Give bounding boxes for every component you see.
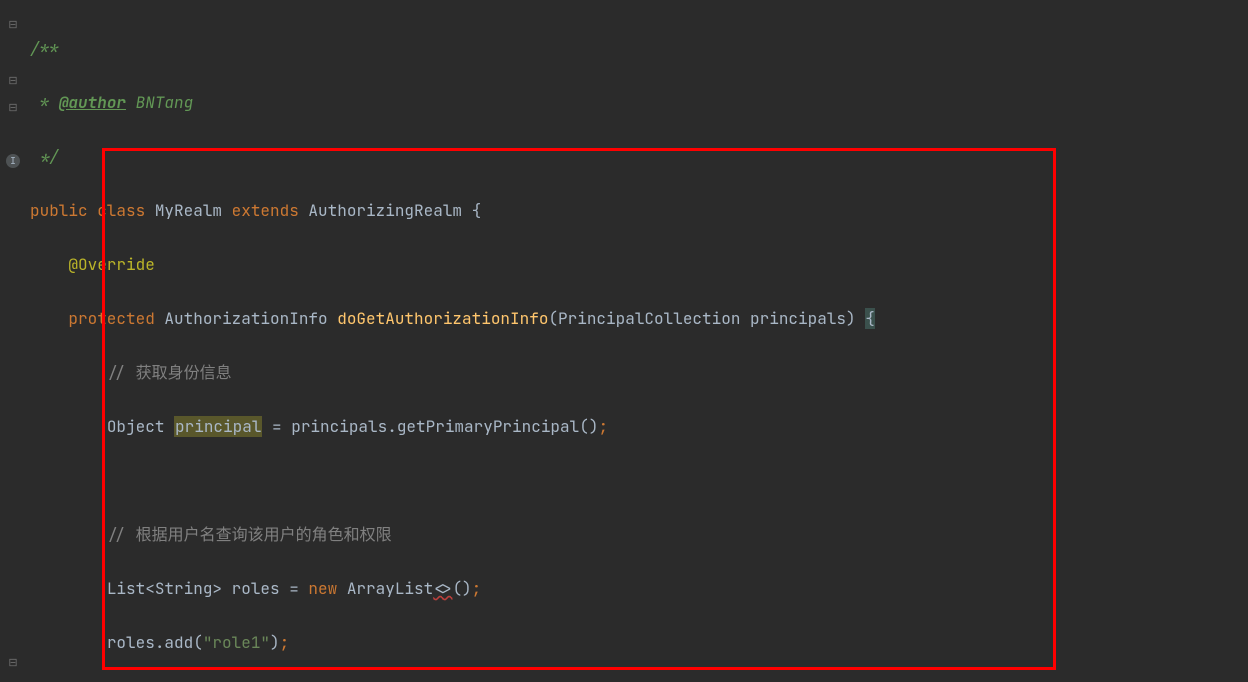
kw-public: public: [30, 200, 88, 221]
code-line[interactable]: List<String> roles = new ArrayList<>();: [30, 575, 1248, 602]
comment: // 根据用户名查询该用户的角色和权限: [107, 524, 392, 545]
code-line[interactable]: // 根据用户名查询该用户的角色和权限: [30, 521, 1248, 548]
kw-class: class: [88, 200, 155, 221]
doc-comment: *: [30, 92, 59, 113]
kw-extends: extends: [222, 200, 308, 221]
gutter: ⊟ ⊟ ⊟ I ⊟: [0, 0, 30, 682]
code-line[interactable]: * @author BNTang: [30, 89, 1248, 116]
code-line[interactable]: public class MyRealm extends Authorizing…: [30, 197, 1248, 224]
fold-arrow-icon[interactable]: ⊟: [6, 650, 20, 664]
brace-open: {: [865, 308, 875, 329]
code-line[interactable]: protected AuthorizationInfo doGetAuthori…: [30, 305, 1248, 332]
brace: {: [462, 200, 481, 221]
code-area[interactable]: /** * @author BNTang */ public class MyR…: [30, 0, 1248, 682]
semicolon: ;: [280, 632, 290, 653]
expr: = principals.getPrimaryPrincipal(): [262, 416, 598, 437]
fold-arrow-icon[interactable]: ⊟: [6, 95, 20, 109]
kw-new: new: [308, 578, 337, 599]
comment: // 获取身份信息: [107, 362, 232, 383]
type: Object: [107, 416, 174, 437]
doc-comment: /**: [30, 38, 59, 59]
code-line[interactable]: /**: [30, 35, 1248, 62]
code-line[interactable]: */: [30, 143, 1248, 170]
code-line[interactable]: Object principal = principals.getPrimary…: [30, 413, 1248, 440]
params: (PrincipalCollection principals): [548, 308, 865, 329]
code-line[interactable]: // 获取身份信息: [30, 359, 1248, 386]
class-name: MyRealm: [155, 200, 222, 221]
doc-text: BNTang: [126, 92, 193, 113]
diamond: <>: [433, 578, 452, 599]
ctor: ArrayList: [337, 578, 433, 599]
fold-arrow-icon[interactable]: ⊟: [6, 68, 20, 82]
code-editor[interactable]: ⊟ ⊟ ⊟ I ⊟ /** * @author BNTang */ public…: [0, 0, 1248, 682]
doc-tag: @author: [59, 92, 126, 113]
paren: ): [270, 632, 280, 653]
code-line[interactable]: [30, 467, 1248, 494]
fold-arrow-icon[interactable]: ⊟: [6, 12, 20, 26]
semicolon: ;: [472, 578, 482, 599]
code-line[interactable]: roles.add("role1");: [30, 629, 1248, 656]
return-type: AuthorizationInfo: [155, 308, 337, 329]
doc-comment: */: [30, 146, 59, 167]
kw-protected: protected: [68, 308, 154, 329]
super-class: AuthorizingRealm: [308, 200, 462, 221]
semicolon: ;: [598, 416, 608, 437]
code-line[interactable]: @Override: [30, 251, 1248, 278]
annotation: @Override: [68, 254, 154, 275]
unused-var: principal: [174, 416, 262, 437]
decl: List<String> roles =: [107, 578, 309, 599]
string: "role1": [203, 632, 270, 653]
method-name: doGetAuthorizationInfo: [337, 308, 548, 329]
override-gutter-icon[interactable]: I: [6, 154, 20, 168]
call: roles.add(: [107, 632, 203, 653]
paren: (): [452, 578, 471, 599]
